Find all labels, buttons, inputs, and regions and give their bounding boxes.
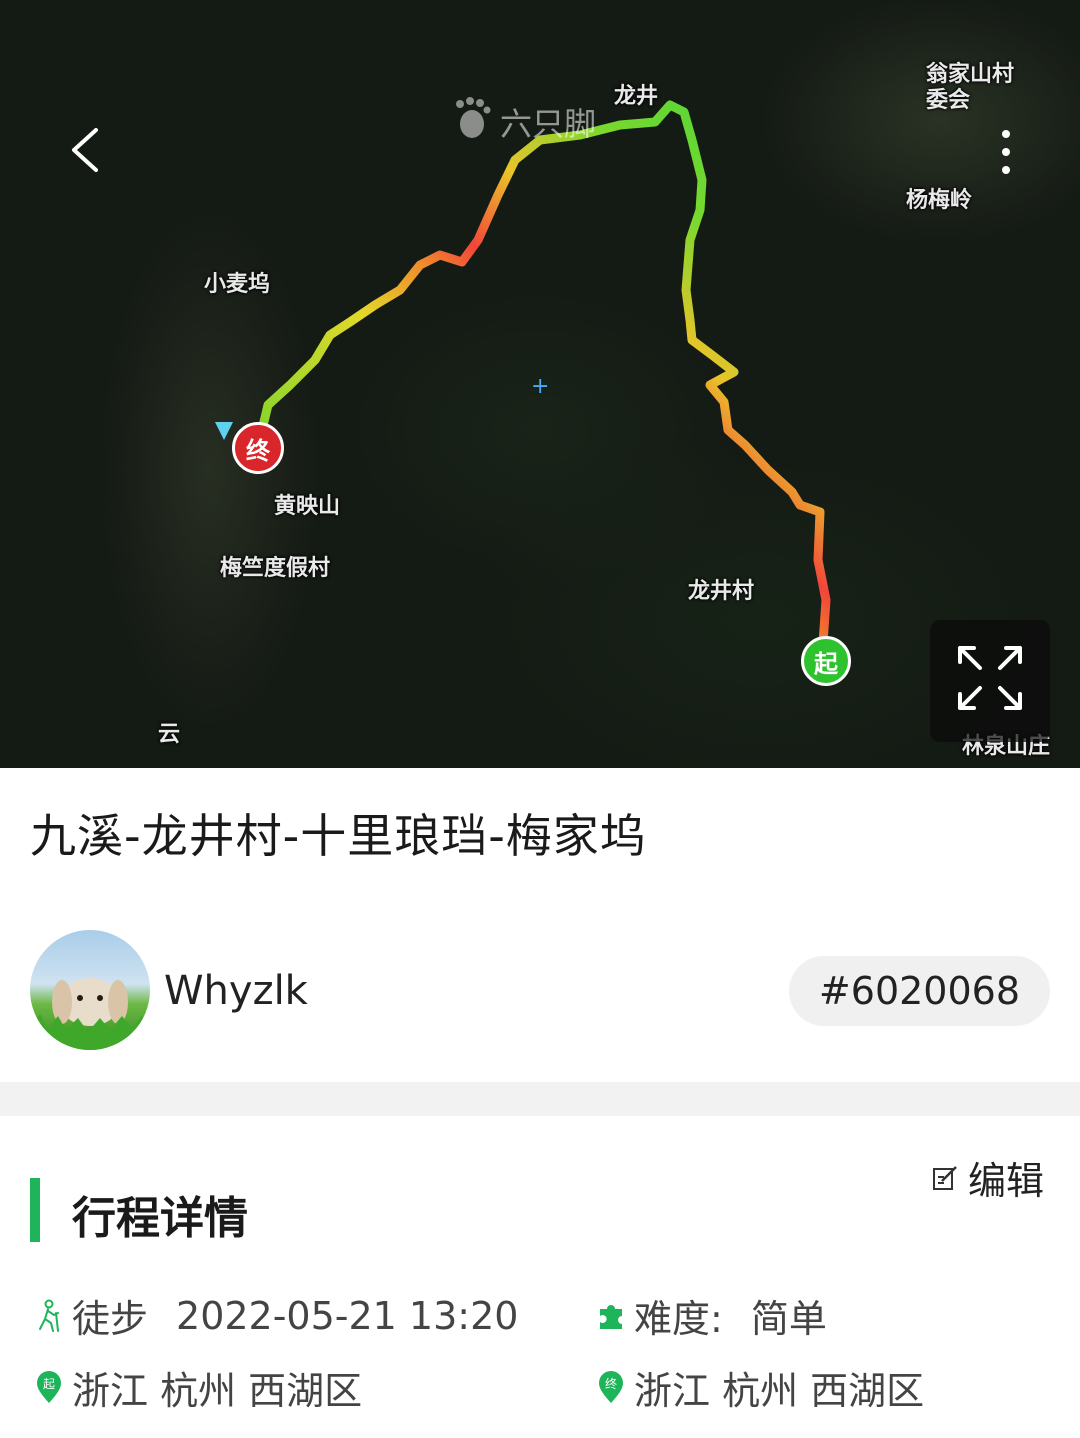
section-title: 行程详情 bbox=[72, 1193, 248, 1244]
avatar[interactable] bbox=[30, 930, 150, 1050]
edit-label: 编辑 bbox=[968, 1159, 1045, 1203]
watermark-text: 六只脚 bbox=[500, 105, 597, 143]
title-block: 九溪-龙井村-十里琅珰-梅家坞 bbox=[30, 800, 647, 866]
direction-indicator bbox=[215, 422, 233, 440]
map-label-yangmeiling: 杨梅岭 bbox=[906, 188, 973, 213]
start-location-info: 起 浙江 杭州 西湖区 bbox=[34, 1360, 362, 1415]
section-divider bbox=[0, 1082, 1080, 1116]
activity-datetime: 2022-05-21 13:20 bbox=[176, 1293, 519, 1338]
more-vertical-icon bbox=[1002, 130, 1010, 174]
edit-icon bbox=[933, 1165, 957, 1190]
activity-type: 徒步 bbox=[72, 1297, 149, 1341]
end-pin-icon: 终 bbox=[599, 1370, 623, 1403]
puzzle-icon bbox=[600, 1304, 622, 1329]
map-label-huangyingshan: 黄映山 bbox=[274, 494, 341, 519]
map-label-yun: 云 bbox=[158, 722, 181, 747]
rabbit-avatar-icon bbox=[30, 978, 150, 1050]
username[interactable]: Whyzlk bbox=[164, 968, 308, 1014]
edit-button[interactable]: 编辑 bbox=[930, 1150, 1044, 1205]
difficulty-info: 难度: 简单 bbox=[596, 1288, 827, 1343]
route-id-badge: #6020068 bbox=[788, 956, 1050, 1026]
svg-text:终: 终 bbox=[605, 1376, 617, 1391]
end-marker[interactable]: 终 bbox=[232, 422, 284, 474]
map-label-longjingcun: 龙井村 bbox=[688, 579, 755, 604]
map-label-xiaomaiwu: 小麦坞 bbox=[204, 272, 271, 297]
user-row: Whyzlk #6020068 bbox=[30, 930, 1050, 1052]
end-location: 浙江 杭州 西湖区 bbox=[634, 1369, 925, 1413]
map-center-crosshair-icon: + bbox=[531, 374, 550, 399]
map-label-wengjiashan: 翁家山村委会 bbox=[926, 62, 1015, 113]
route-map[interactable]: 六只脚 龙井 翁家山村委会 杨梅岭 小麦坞 黄映山 梅竺度假村 龙井村 林泉山庄… bbox=[0, 0, 1080, 768]
activity-info: 徒步 2022-05-21 13:20 bbox=[34, 1288, 518, 1343]
more-options-button[interactable] bbox=[984, 122, 1028, 182]
start-marker[interactable]: 起 bbox=[801, 636, 851, 686]
map-label-longjing: 龙井 bbox=[614, 84, 659, 109]
svg-text:起: 起 bbox=[43, 1377, 55, 1391]
end-location-info: 终 浙江 杭州 西湖区 bbox=[596, 1360, 924, 1415]
route-title: 九溪-龙井村-十里琅珰-梅家坞 bbox=[30, 809, 647, 863]
fullscreen-button[interactable] bbox=[930, 620, 1050, 742]
section-accent-bar bbox=[30, 1178, 40, 1242]
footprint-icon bbox=[452, 96, 492, 148]
hiking-icon bbox=[39, 1299, 59, 1332]
difficulty-label: 难度: bbox=[634, 1297, 723, 1341]
map-label-meizhu: 梅竺度假村 bbox=[220, 556, 331, 581]
back-button[interactable] bbox=[56, 118, 116, 182]
start-pin-icon: 起 bbox=[37, 1370, 61, 1403]
difficulty-value: 简单 bbox=[750, 1297, 827, 1341]
start-location: 浙江 杭州 西湖区 bbox=[72, 1369, 363, 1413]
chevron-left-icon bbox=[72, 128, 98, 172]
expand-icon bbox=[958, 646, 1022, 710]
six-feet-watermark: 六只脚 bbox=[452, 96, 596, 148]
